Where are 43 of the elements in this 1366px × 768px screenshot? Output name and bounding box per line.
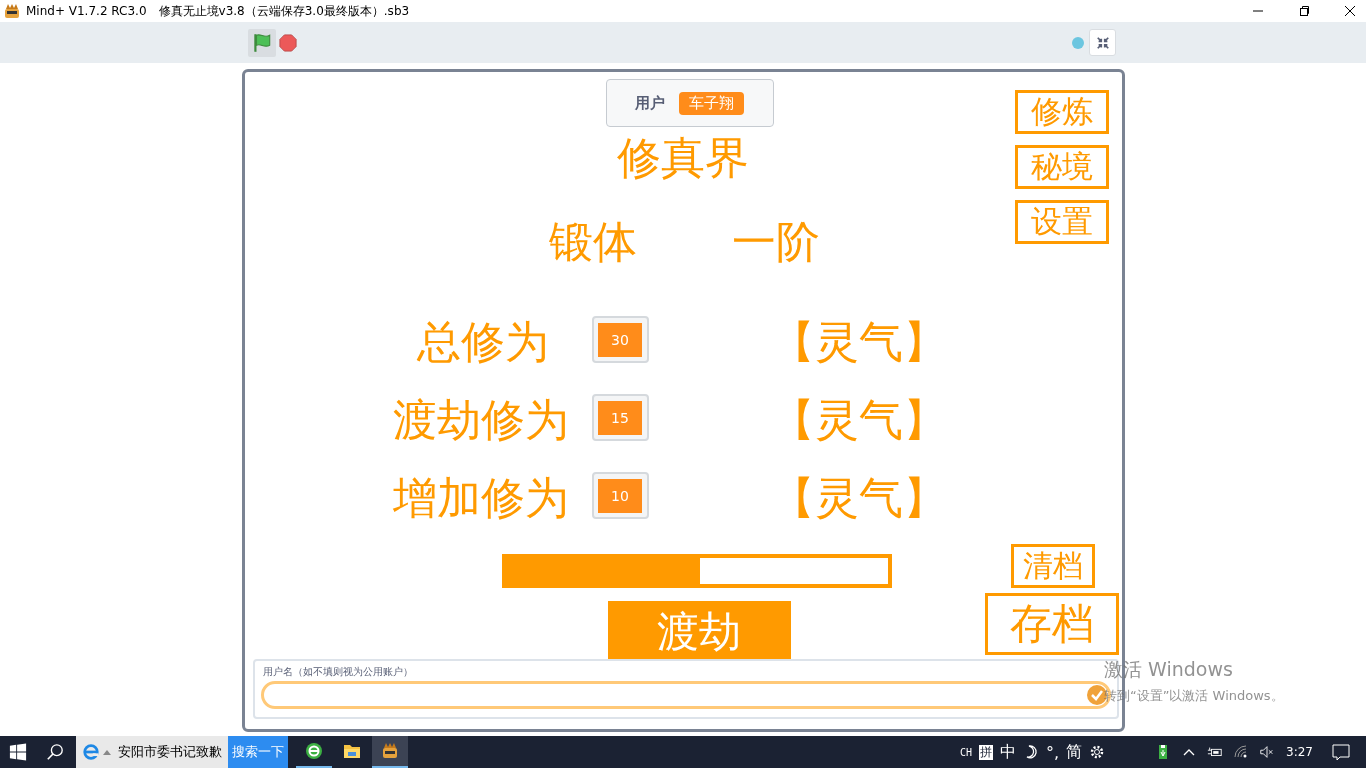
stat-label: 总修为 bbox=[416, 318, 549, 367]
speaker-muted-icon[interactable] bbox=[1259, 744, 1276, 760]
run-flag-button[interactable] bbox=[248, 28, 276, 57]
status-dot-icon bbox=[1072, 36, 1084, 49]
app-logo-icon bbox=[4, 3, 20, 19]
shrink-icon bbox=[1095, 35, 1110, 50]
language-indicator[interactable]: CH bbox=[959, 746, 972, 758]
caret-up-icon bbox=[103, 749, 111, 755]
flag-icon bbox=[251, 31, 273, 54]
window-title: Mind+ V1.7.2 RC3.0 修真无止境v3.8（云端保存3.0最终版本）.sb3 bbox=[26, 2, 410, 20]
realm-name: 锻体 bbox=[548, 218, 637, 267]
monitor-label: 用户 bbox=[635, 93, 665, 113]
settings-icon[interactable] bbox=[1089, 744, 1106, 760]
unit-label: 【灵气】 bbox=[770, 396, 947, 445]
charset-indicator[interactable]: 简 bbox=[1066, 741, 1083, 763]
clock-time[interactable]: 3:27 bbox=[1286, 745, 1313, 759]
search-icon[interactable] bbox=[46, 743, 64, 761]
stat-label: 增加修为 bbox=[392, 474, 569, 523]
windows-start-icon[interactable] bbox=[9, 743, 27, 761]
realm-title: 修真界 bbox=[616, 134, 749, 183]
realm-level: 一阶 bbox=[731, 218, 820, 267]
ime-language-indicator[interactable]: 中 bbox=[999, 741, 1016, 763]
monitor-value: 10 bbox=[598, 478, 642, 513]
monitor-value: 30 bbox=[598, 322, 642, 357]
news-headline: 安阳市委书记致歉 bbox=[118, 743, 222, 761]
stop-icon[interactable] bbox=[279, 33, 297, 52]
unit-label: 【灵气】 bbox=[770, 474, 947, 523]
monitor-value: 车子翔 bbox=[679, 91, 744, 115]
exit-fullscreen-button[interactable] bbox=[1089, 29, 1116, 56]
close-icon[interactable] bbox=[1344, 5, 1356, 17]
monitor-value: 15 bbox=[598, 400, 642, 435]
unit-label: 【灵气】 bbox=[770, 318, 947, 367]
punctuation-indicator[interactable]: °, bbox=[1045, 742, 1060, 762]
maximize-icon[interactable] bbox=[1298, 5, 1310, 17]
browser-e-icon bbox=[82, 743, 100, 761]
stat-label: 渡劫修为 bbox=[392, 396, 569, 445]
news-widget[interactable]: 安阳市委书记致歉 bbox=[76, 736, 228, 768]
ask-prompt-text: 用户名（如不填则视为公用账户） bbox=[262, 666, 414, 678]
robot-app-icon bbox=[380, 741, 400, 761]
taskbar-app[interactable] bbox=[372, 736, 408, 768]
notification-icon[interactable] bbox=[1332, 743, 1350, 761]
ime-mode-indicator[interactable]: 拼 bbox=[978, 744, 993, 760]
browser-e-icon bbox=[304, 741, 324, 761]
